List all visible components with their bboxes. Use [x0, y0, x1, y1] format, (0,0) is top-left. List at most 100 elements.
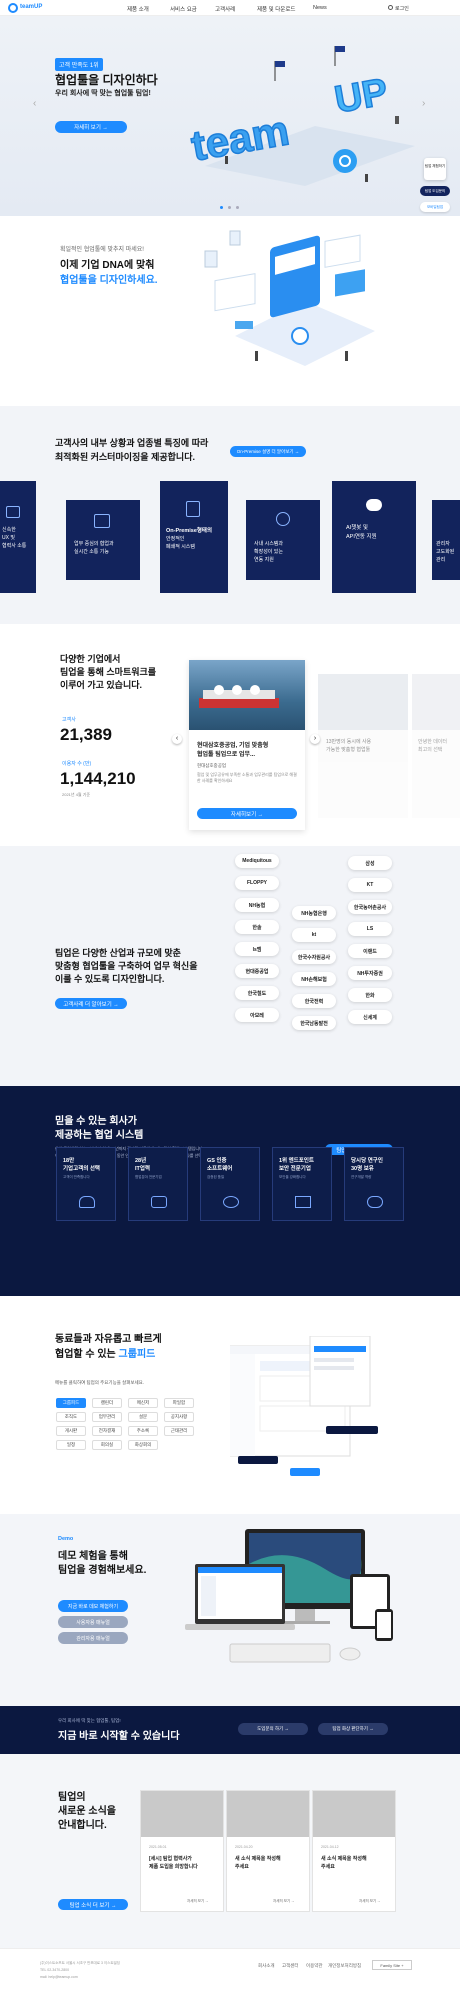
news-more-link[interactable]: 자세히 보기 → — [273, 1899, 295, 1904]
menu-groupfeed[interactable]: 그룹피드 — [56, 1398, 86, 1408]
carousel-dot[interactable] — [228, 206, 231, 209]
intro-line2: 협업툴을 디자인하세요. — [60, 275, 158, 286]
case-card-side[interactable]: 13만명의 동시에 사용 가능한 맞춤형 협업툴 — [318, 674, 408, 818]
nav-item-product[interactable]: 제품 소개 — [127, 5, 149, 13]
feature-card-ux[interactable]: 신속한 UX 및 협력사 소통 — [0, 481, 36, 593]
demo-section: Demo 데모 체험을 통해 팀업을 경험해보세요. 지금 바로 데모 체험하기… — [0, 1514, 460, 1706]
footer-link-support[interactable]: 고객센터 — [282, 1963, 299, 1969]
stat-title: IT업력 — [135, 1166, 151, 1172]
news-card[interactable]: 2021.04.20 새 소식 제목을 작성해 주세요 자세히 보기 → — [226, 1790, 310, 1912]
news-tag: 2021.05.01 — [149, 1845, 167, 1849]
demo-start-button[interactable]: 지금 바로 데모 체험하기 — [58, 1600, 128, 1612]
menu-item[interactable]: 메신저 — [128, 1398, 158, 1408]
menu-item[interactable]: 화상회의 — [128, 1440, 158, 1450]
cta-title: 지금 바로 시작할 수 있습니다 — [58, 1731, 180, 1742]
news-title: 새 소식 제목을 작성해 — [235, 1856, 281, 1862]
inquiry-button[interactable]: 도입문의 하기 → — [238, 1723, 308, 1735]
clients-line3: 이룰 수 있도록 디자인합니다. — [55, 974, 165, 984]
robot-icon — [151, 1196, 167, 1208]
carousel-dots[interactable] — [220, 206, 244, 210]
nav-item-cases[interactable]: 고객사례 — [215, 5, 235, 13]
feature-card-ai[interactable]: AI챗봇 및 API연동 지원 — [332, 481, 416, 593]
nav-item-news[interactable]: News — [313, 5, 327, 11]
floating-inquiry-button[interactable]: 팀업 도입문의 — [420, 186, 450, 196]
groupfeed-line2: 협업할 수 있는 그룹피드 — [55, 1345, 155, 1360]
news-more-link[interactable]: 자세히 보기 → — [187, 1899, 209, 1904]
onpremise-cta-button[interactable]: On-Premise 설명 더 알아보기 → — [230, 446, 306, 457]
case-detail-button[interactable]: 자세히보기 → — [197, 808, 297, 819]
client-logo: KT — [348, 878, 392, 892]
feature-card-admin[interactable]: 관리자 고도화된 관리 — [432, 500, 460, 580]
news-card[interactable]: 2021.04.12 새 소식 제목을 작성해 주세요 자세히 보기 → — [312, 1790, 396, 1912]
news-title: 주세요 — [321, 1864, 335, 1870]
logo-icon[interactable] — [8, 3, 18, 13]
client-logo: 한솔 — [235, 920, 279, 934]
clients-line1: 팀업은 다양한 산업과 규모에 맞춘 — [55, 948, 181, 958]
menu-item[interactable]: 공지사항 — [164, 1412, 194, 1422]
client-logo: NH농협은행 — [292, 906, 336, 920]
nav-item-download[interactable]: 제품 및 다운로드 — [257, 5, 295, 13]
footer-link-about[interactable]: 회사소개 — [258, 1963, 275, 1969]
feature-text: 신속한 — [2, 527, 16, 533]
menu-item[interactable]: 게시판 — [56, 1426, 86, 1436]
intro-illustration — [185, 226, 385, 386]
case-image — [412, 674, 460, 730]
carousel-prev-icon[interactable]: ‹ — [33, 98, 36, 109]
feature-text: 안정적인 — [166, 536, 185, 542]
user-manual-button[interactable]: 사용자용 매뉴얼 — [58, 1616, 128, 1628]
news-more-link[interactable]: 자세히 보기 → — [359, 1899, 381, 1904]
menu-item[interactable]: 업무관리 — [92, 1412, 122, 1422]
menu-item[interactable]: 설문 — [128, 1412, 158, 1422]
network-icon — [276, 512, 290, 526]
feature-card-integration[interactable]: 사내 시스템과 확장성이 있는 연동 지원 — [246, 500, 320, 580]
news-image — [141, 1791, 223, 1837]
globe-icon[interactable] — [388, 5, 393, 10]
stat-note: 2021년 4월 기준 — [62, 792, 91, 797]
cases-prev-icon[interactable]: ‹ — [172, 734, 182, 744]
floating-mobile-button[interactable]: 모바일팀업 — [420, 202, 450, 212]
logo-text[interactable]: teamUP — [20, 4, 42, 10]
case-card-far[interactable]: 안녕한 데이터 최고의 선택 — [412, 674, 460, 818]
news-card[interactable]: 2021.05.01 [세시] 팀업 협력사가 제품 도입을 희망합니다 자세히… — [140, 1790, 224, 1912]
menu-item[interactable]: 주소록 — [128, 1426, 158, 1436]
carousel-dot[interactable] — [236, 206, 239, 209]
clients-cta-button[interactable]: 고객사례 더 알아보기 → — [55, 998, 127, 1009]
nav-item-pricing[interactable]: 서비스 요금 — [170, 5, 197, 13]
stat-desc: 연구개발 역량 — [351, 1175, 372, 1179]
family-site-select[interactable]: Family Site + — [372, 1960, 412, 1970]
intro-small: 획일적인 협업툴에 맞추지 마세요! — [60, 247, 144, 253]
cases-section: 다양한 기업에서 팀업을 통해 스마트워크를 이루어 가고 있습니다. 고객사 … — [0, 624, 460, 846]
clients-section: 팀업은 다양한 산업과 규모에 맞춘 맞춤형 협업툴을 구축하여 업무 혁신을 … — [0, 846, 460, 1086]
carousel-dot[interactable] — [220, 206, 223, 209]
hero-section: 고객 만족도 1위 협업툴을 디자인하다 우리 회사에 딱 맞는 협업툴 팀업!… — [0, 16, 460, 216]
floating-trial-button[interactable]: 팀업 체험하기 — [424, 158, 446, 180]
menu-item[interactable]: 회의실 — [92, 1440, 122, 1450]
menu-item[interactable]: 일정 — [56, 1440, 86, 1450]
menu-item[interactable]: 파일함 — [164, 1398, 194, 1408]
stat-desc: 고객이 만족합니다 — [63, 1175, 90, 1179]
client-logo: NH농협 — [235, 898, 279, 912]
footer-link-terms[interactable]: 이용약관 — [306, 1963, 323, 1969]
client-logo: LS — [348, 922, 392, 936]
hero-cta-button[interactable]: 자세히 보기 → — [55, 121, 127, 133]
stat-card-gs: GS 인증 소프트웨어 검증된 품질 — [200, 1147, 260, 1221]
admin-manual-button[interactable]: 관리자용 매뉴얼 — [58, 1632, 128, 1644]
login-link[interactable]: 로그인 — [395, 5, 409, 12]
footer-link-privacy[interactable]: 개인정보처리방침 — [328, 1963, 361, 1969]
case-card-main[interactable]: 현대삼호중공업, 기업 맞춤형 협업툴 팀업으로 업무... 현대삼호중공업 협… — [189, 660, 305, 830]
feature-text: On-Premise형태의 — [166, 528, 213, 534]
news-more-button[interactable]: 팀업 소식 더 보기 → — [58, 1899, 128, 1910]
feature-card-communication[interactable]: 업무 중심의 협업과 실시간 소통 기능 — [66, 500, 140, 580]
groupfeed-hint: 메뉴를 클릭하여 팀업의 주요기능을 살펴보세요. — [55, 1380, 145, 1385]
feature-card-onpremise[interactable]: On-Premise형태의 안정적인 폐쇄적 시스템 — [160, 481, 228, 593]
custom-line1: 고객사의 내부 상황과 업종별 특징에 따라 — [55, 438, 209, 448]
feature-text: API연동 지원 — [346, 534, 377, 540]
menu-item[interactable]: 조직도 — [56, 1412, 86, 1422]
menu-item[interactable]: 전자결재 — [92, 1426, 122, 1436]
client-logo: 신세계 — [348, 1010, 392, 1024]
menu-item[interactable]: 근태관리 — [164, 1426, 194, 1436]
client-logo: Mediquitous — [235, 854, 279, 868]
menu-item[interactable]: 캘린더 — [92, 1398, 122, 1408]
cases-next-icon[interactable]: › — [310, 734, 320, 744]
video-button[interactable]: 팀업 화상 판단하기 → — [318, 1723, 388, 1735]
